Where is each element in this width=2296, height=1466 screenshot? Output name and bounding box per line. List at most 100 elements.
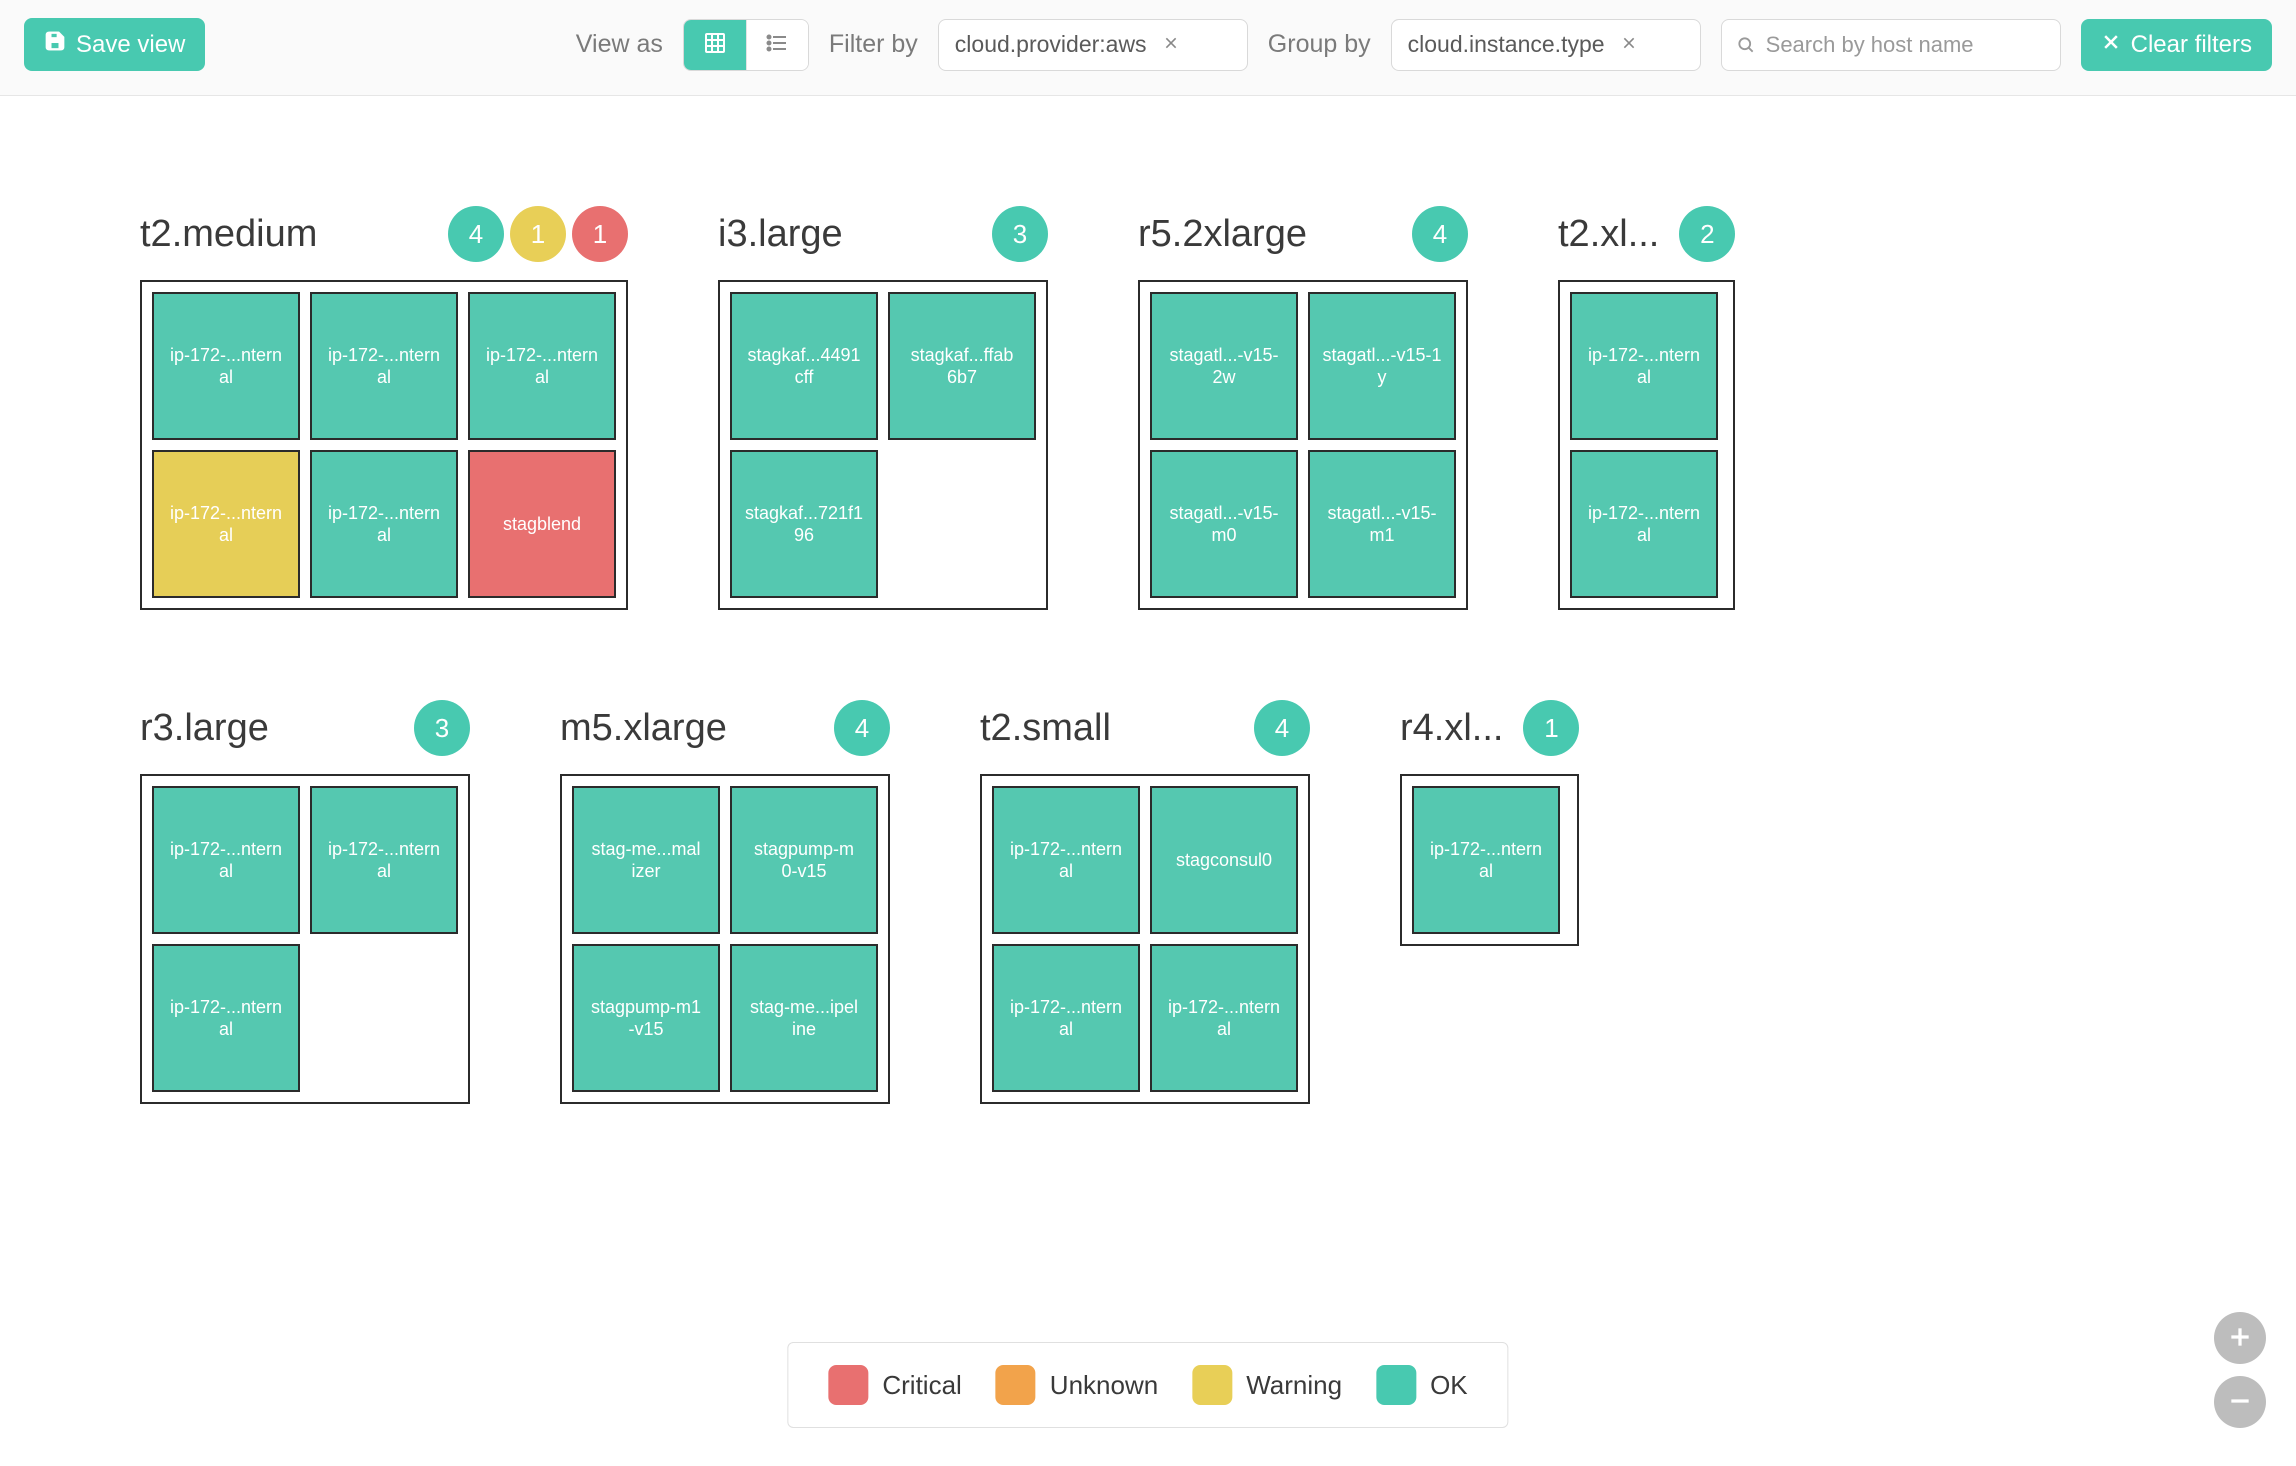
status-legend: Critical Unknown Warning OK bbox=[787, 1342, 1508, 1428]
host-cell[interactable]: ip-172-...nternal bbox=[152, 450, 300, 598]
filter-chip-text: cloud.provider:aws bbox=[955, 31, 1147, 58]
host-cell[interactable]: ip-172-...nternal bbox=[152, 786, 300, 934]
status-badges: 4 bbox=[834, 700, 890, 756]
group-chip-remove[interactable] bbox=[1617, 35, 1641, 55]
host-cell-empty bbox=[310, 944, 458, 1092]
group-title: r5.2xlarge bbox=[1138, 213, 1307, 256]
status-badge-ok[interactable]: 3 bbox=[414, 700, 470, 756]
group-header: t2.small 4 bbox=[980, 700, 1310, 756]
host-cell[interactable]: stagconsul0 bbox=[1150, 786, 1298, 934]
minus-icon bbox=[2227, 1388, 2253, 1417]
group-title: m5.xlarge bbox=[560, 707, 727, 750]
group-header: r3.large 3 bbox=[140, 700, 470, 756]
zoom-in-button[interactable] bbox=[2214, 1312, 2266, 1364]
host-cell[interactable]: stagpump-m0-v15 bbox=[730, 786, 878, 934]
status-badges: 1 bbox=[1523, 700, 1579, 756]
status-badge-ok[interactable]: 3 bbox=[992, 206, 1048, 262]
view-as-label: View as bbox=[576, 30, 663, 59]
host-cell[interactable]: ip-172-...nternal bbox=[992, 944, 1140, 1092]
host-cell[interactable]: ip-172-...nternal bbox=[1570, 450, 1718, 598]
filter-by-input[interactable]: cloud.provider:aws bbox=[938, 19, 1248, 71]
group-header: t2.xl...2 bbox=[1558, 206, 1735, 262]
host-cell[interactable]: ip-172-...nternal bbox=[310, 786, 458, 934]
plus-icon bbox=[2227, 1324, 2253, 1353]
status-badge-ok[interactable]: 4 bbox=[448, 206, 504, 262]
toolbar: Save view View as bbox=[0, 0, 2296, 96]
host-cell[interactable]: stagkaf...4491cff bbox=[730, 292, 878, 440]
status-badges: 4 bbox=[1254, 700, 1310, 756]
legend-critical-label: Critical bbox=[882, 1370, 961, 1401]
host-cell[interactable]: stagatl...-v15-2w bbox=[1150, 292, 1298, 440]
status-badge-ok[interactable]: 1 bbox=[1523, 700, 1579, 756]
groups-row-2: r3.large3ip-172-...nternalip-172-...nter… bbox=[140, 700, 2296, 1104]
host-cell[interactable]: ip-172-...nternal bbox=[1570, 292, 1718, 440]
host-grid: ip-172-...nternal bbox=[1400, 774, 1579, 946]
save-view-button[interactable]: Save view bbox=[24, 18, 205, 71]
view-grid-button[interactable] bbox=[684, 20, 746, 70]
view-list-button[interactable] bbox=[746, 20, 808, 70]
clear-filters-button[interactable]: Clear filters bbox=[2081, 19, 2272, 71]
status-badge-ok[interactable]: 4 bbox=[1412, 206, 1468, 262]
save-view-label: Save view bbox=[76, 31, 185, 59]
host-cell[interactable]: ip-172-...nternal bbox=[1412, 786, 1560, 934]
host-cell[interactable]: stagblend bbox=[468, 450, 616, 598]
host-group: i3.large3stagkaf...4491cffstagkaf...ffab… bbox=[718, 206, 1048, 610]
legend-unknown: Unknown bbox=[996, 1365, 1158, 1405]
swatch-critical bbox=[828, 1365, 868, 1405]
search-icon bbox=[1736, 35, 1756, 55]
status-badge-warn[interactable]: 1 bbox=[510, 206, 566, 262]
host-cell[interactable]: stagatl...-v15-m0 bbox=[1150, 450, 1298, 598]
search-box[interactable] bbox=[1721, 19, 2061, 71]
group-chip-text: cloud.instance.type bbox=[1408, 31, 1605, 58]
host-cell[interactable]: ip-172-...nternal bbox=[310, 292, 458, 440]
status-badge-ok[interactable]: 2 bbox=[1679, 206, 1735, 262]
host-cell[interactable]: stag-me...ipeline bbox=[730, 944, 878, 1092]
group-title: r3.large bbox=[140, 707, 269, 750]
legend-warning-label: Warning bbox=[1246, 1370, 1342, 1401]
host-cell[interactable]: ip-172-...nternal bbox=[468, 292, 616, 440]
host-cell[interactable]: stagatl...-v15-1y bbox=[1308, 292, 1456, 440]
filter-chip-remove[interactable] bbox=[1159, 35, 1183, 55]
group-header: m5.xlarge 4 bbox=[560, 700, 890, 756]
host-cell[interactable]: ip-172-...nternal bbox=[992, 786, 1140, 934]
group-by-input[interactable]: cloud.instance.type bbox=[1391, 19, 1701, 71]
list-icon bbox=[765, 31, 789, 58]
status-badge-ok[interactable]: 4 bbox=[834, 700, 890, 756]
swatch-unknown bbox=[996, 1365, 1036, 1405]
zoom-out-button[interactable] bbox=[2214, 1376, 2266, 1428]
clear-filters-label: Clear filters bbox=[2131, 31, 2252, 59]
host-group: t2.medium411ip-172-...nternalip-172-...n… bbox=[140, 206, 628, 610]
host-cell[interactable]: stagatl...-v15-m1 bbox=[1308, 450, 1456, 598]
host-cell[interactable]: stag-me...malizer bbox=[572, 786, 720, 934]
status-badges: 3 bbox=[992, 206, 1048, 262]
status-badges: 3 bbox=[414, 700, 470, 756]
group-header: r4.xl...1 bbox=[1400, 700, 1579, 756]
host-cell[interactable]: stagkaf...ffab6b7 bbox=[888, 292, 1036, 440]
group-header: r5.2xlarge 4 bbox=[1138, 206, 1468, 262]
host-group: m5.xlarge 4 stag-me...malizerstagpump-m0-v… bbox=[560, 700, 890, 1104]
host-cell[interactable]: ip-172-...nternal bbox=[310, 450, 458, 598]
host-grid: ip-172-...nternalstagconsul0ip-172-...nt… bbox=[980, 774, 1310, 1104]
host-grid: stagkaf...4491cffstagkaf...ffab6b7stagka… bbox=[718, 280, 1048, 610]
host-cell[interactable]: ip-172-...nternal bbox=[152, 292, 300, 440]
group-by-label: Group by bbox=[1268, 30, 1371, 59]
group-title: t2.small bbox=[980, 707, 1111, 750]
status-badge-ok[interactable]: 4 bbox=[1254, 700, 1310, 756]
groups-row-1: t2.medium411ip-172-...nternalip-172-...n… bbox=[140, 206, 2296, 610]
host-grid: ip-172-...nternalip-172-...nternalip-172… bbox=[140, 774, 470, 1104]
status-badge-crit[interactable]: 1 bbox=[572, 206, 628, 262]
host-cell[interactable]: stagpump-m1-v15 bbox=[572, 944, 720, 1092]
close-icon bbox=[2101, 31, 2121, 59]
host-grid: ip-172-...nternalip-172-...nternal bbox=[1558, 280, 1735, 610]
search-input[interactable] bbox=[1766, 32, 2046, 58]
swatch-ok bbox=[1376, 1365, 1416, 1405]
host-grid: stag-me...malizerstagpump-m0-v15stagpump… bbox=[560, 774, 890, 1104]
host-cell[interactable]: ip-172-...nternal bbox=[1150, 944, 1298, 1092]
host-cell[interactable]: stagkaf...721f196 bbox=[730, 450, 878, 598]
host-group: r5.2xlarge 4 stagatl...-v15-2wstagatl...-v… bbox=[1138, 206, 1468, 610]
view-as-toggle bbox=[683, 19, 809, 71]
legend-ok-label: OK bbox=[1430, 1370, 1468, 1401]
status-badges: 4 bbox=[1412, 206, 1468, 262]
filter-by-label: Filter by bbox=[829, 30, 918, 59]
host-cell[interactable]: ip-172-...nternal bbox=[152, 944, 300, 1092]
